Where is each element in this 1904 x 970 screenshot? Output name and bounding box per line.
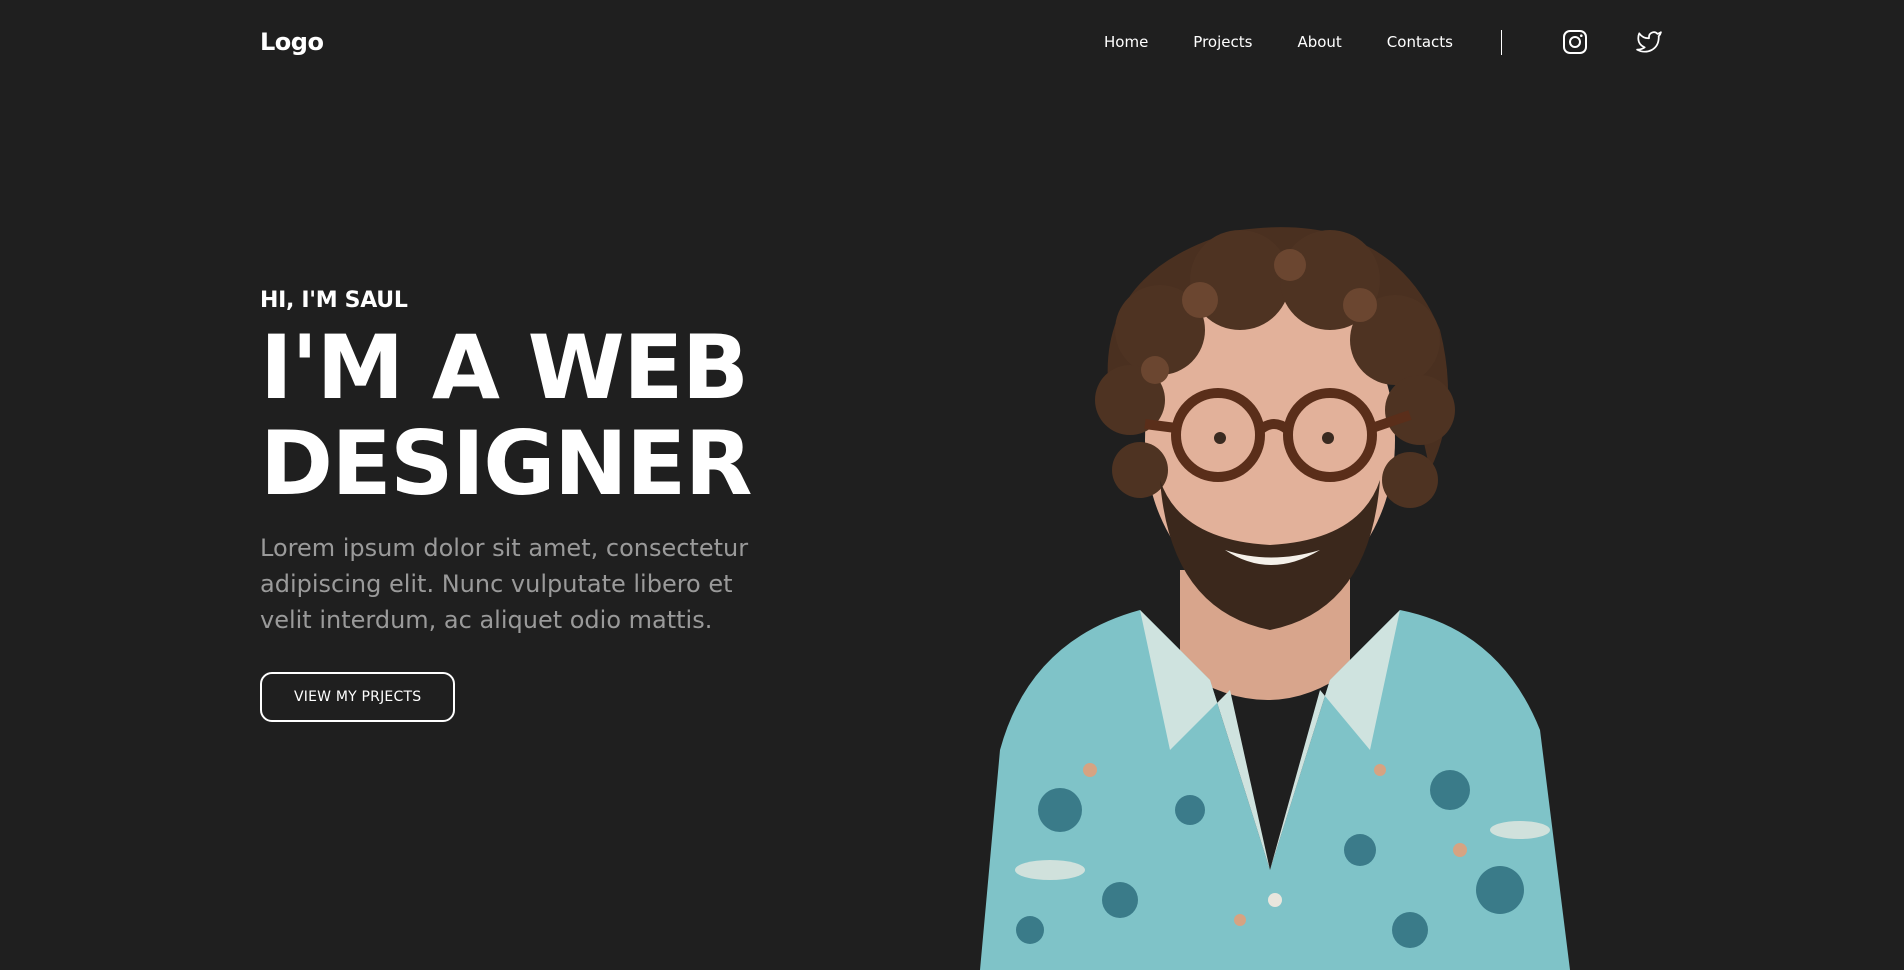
page: Logo Home Projects About Contacts HI, I'… bbox=[0, 0, 1904, 970]
nav-link-contacts[interactable]: Contacts bbox=[1387, 32, 1453, 52]
logo[interactable]: Logo bbox=[260, 26, 324, 58]
nav-link-about[interactable]: About bbox=[1297, 32, 1341, 52]
site-header: Logo Home Projects About Contacts bbox=[0, 0, 1904, 84]
hero-headline-line-2: DESIGNER bbox=[260, 412, 753, 515]
hero-headline: I'M A WEB DESIGNER bbox=[260, 320, 780, 512]
view-projects-button[interactable]: VIEW MY PRJECTS bbox=[260, 672, 456, 722]
twitter-icon[interactable] bbox=[1636, 29, 1662, 55]
nav-link-projects[interactable]: Projects bbox=[1193, 32, 1252, 52]
nav-link-home[interactable]: Home bbox=[1104, 32, 1148, 52]
nav-divider bbox=[1501, 30, 1502, 55]
hero-greeting: HI, I'M SAUL bbox=[260, 288, 408, 313]
instagram-icon[interactable] bbox=[1562, 29, 1588, 55]
portrait-image bbox=[940, 210, 1640, 970]
hero-headline-line-1: I'M A WEB bbox=[260, 316, 749, 419]
hero-description: Lorem ipsum dolor sit amet, consectetur … bbox=[260, 534, 749, 634]
hero-text: HI, I'M SAUL I'M A WEB DESIGNER Lorem ip… bbox=[260, 286, 780, 722]
main-nav: Home Projects About Contacts bbox=[1104, 32, 1453, 52]
